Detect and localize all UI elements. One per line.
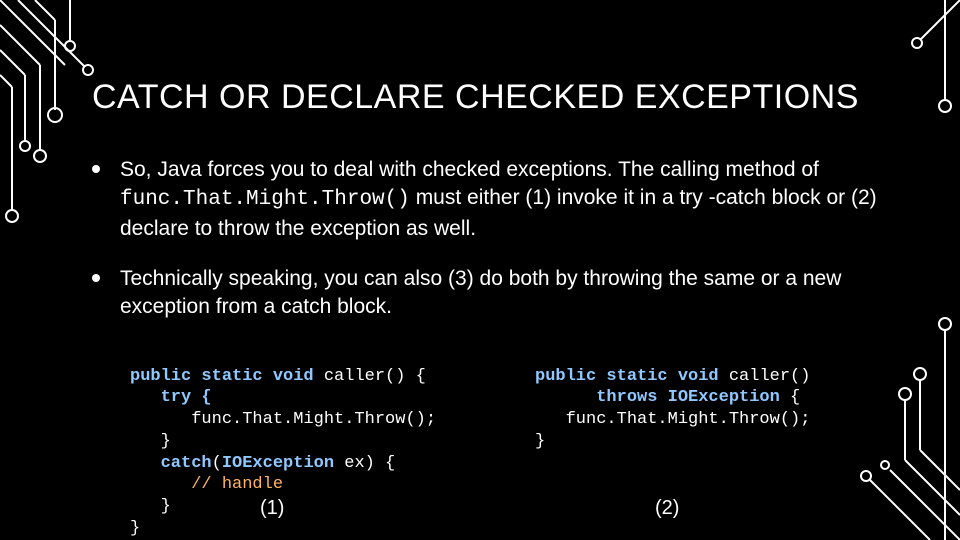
bullet-1-text-pre: So, Java forces you to deal with checked… [120,158,819,181]
bullet-2-text: Technically speaking, you can also (3) d… [120,267,841,318]
code-kw: try { [130,388,212,407]
code-text: caller() { [314,367,426,386]
code-text: func.That.Might.Throw(); [130,410,436,429]
code-comment: // handle [130,475,283,494]
code-kw: throws IOException [535,388,780,407]
code-text: } [535,432,545,451]
bullet-2: Technically speaking, you can also (3) d… [92,265,912,322]
code-kw: catch [130,454,212,473]
bullet-dot-icon [92,274,100,282]
code-text: } [130,519,140,538]
code-2-label: (2) [655,496,679,522]
code-examples: public static void caller() { try { func… [92,344,912,540]
code-text: } [130,432,171,451]
code-text: ex) { [334,454,395,473]
code-text: { [780,388,800,407]
slide: CATCH OR DECLARE CHECKED EXCEPTIONS So, … [0,0,960,540]
code-block-1: public static void caller() { try { func… [130,344,505,540]
code-text: caller() [719,367,811,386]
code-kw: IOException [222,454,334,473]
bullet-dot-icon [92,165,100,173]
slide-title: CATCH OR DECLARE CHECKED EXCEPTIONS [92,78,912,116]
code-text: func.That.Might.Throw(); [535,410,810,429]
code-text: } [130,497,171,516]
slide-content: CATCH OR DECLARE CHECKED EXCEPTIONS So, … [92,78,912,540]
code-text: ( [212,454,222,473]
code-kw: public static void [535,367,719,386]
code-block-2: public static void caller() throws IOExc… [535,344,910,540]
bullet-1: So, Java forces you to deal with checked… [92,156,912,243]
bullet-1-inline-code: func.That.Might.Throw() [120,188,410,211]
code-1-label: (1) [260,496,284,522]
code-kw: public static void [130,367,314,386]
